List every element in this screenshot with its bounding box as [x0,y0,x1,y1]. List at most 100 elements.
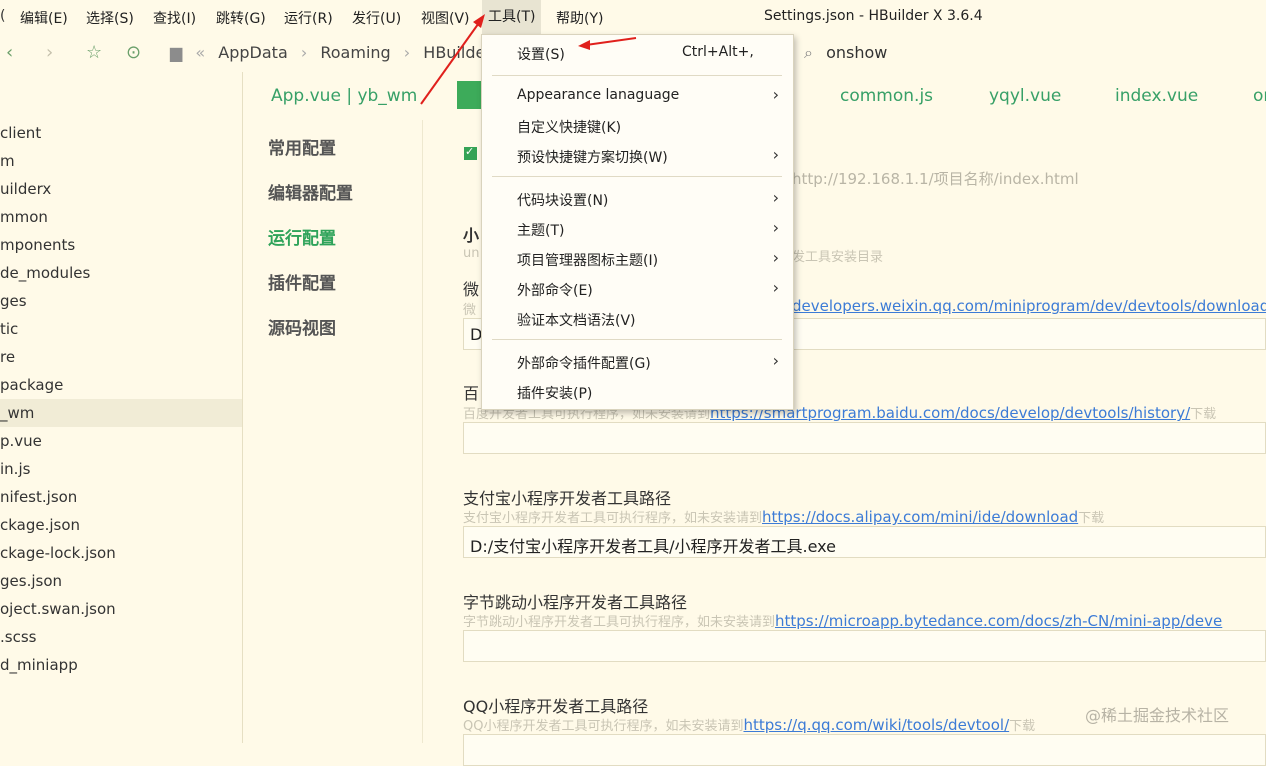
menu-preset-shortcuts[interactable]: 预设快捷键方案切换(W) [517,147,668,167]
tab-yqyl-vue[interactable]: yqyl.vue [989,86,1061,106]
search-icon: ⌕ [804,43,813,62]
star-icon[interactable]: ☆ [86,42,102,63]
menu-settings[interactable]: 设置(S) [517,44,565,64]
menu-find[interactable]: 查找(I) [153,8,196,28]
breadcrumb-appdata[interactable]: AppData [218,43,287,62]
qq-path-input[interactable] [463,734,1266,766]
nav-source-view[interactable]: 源码视图 [268,314,336,339]
menu-separator [492,176,782,177]
alipay-help-suffix: 下载 [1078,511,1105,526]
qq-download-link[interactable]: https://q.qq.com/wiki/tools/devtool/ [743,716,1009,734]
tree-item[interactable]: ckage.json [0,511,242,539]
bytedance-label: 字节跳动小程序开发者工具路径 [463,593,688,612]
tree-item[interactable]: client [0,119,242,147]
alipay-label: 支付宝小程序开发者工具路径 [463,489,672,508]
qq-label: QQ小程序开发者工具路径 [463,697,649,716]
chevron-right-icon: › [772,248,779,267]
menu-separator [492,75,782,76]
annotation-arrow-tools [420,14,485,105]
breadcrumb-sep-icon: › [403,43,411,62]
alipay-help-text: 支付宝小程序开发者工具可执行程序，如未安装请到 [463,511,763,526]
menu-publish[interactable]: 发行(U) [352,8,401,28]
menu-external-commands[interactable]: 外部命令(E) [517,280,593,300]
nav-run-config[interactable]: 运行配置 [268,224,336,249]
chevron-right-icon: › [772,351,779,370]
menu-external-plugin-config[interactable]: 外部命令插件配置(G) [517,353,651,373]
tree-item[interactable]: mmon [0,203,242,231]
tree-item[interactable]: nifest.json [0,483,242,511]
menu-goto[interactable]: 跳转(G) [216,8,266,28]
wechat-download-link[interactable]: developers.weixin.qq.com/miniprogram/dev… [792,297,1266,315]
qq-help-suffix: 下载 [1009,719,1036,734]
breadcrumb-sep-icon: › [300,43,308,62]
menu-edit[interactable]: 编辑(E) [20,8,68,28]
menu-custom-shortcuts[interactable]: 自定义快捷键(K) [517,117,621,137]
chevron-right-icon: › [772,85,779,104]
qq-help-text: QQ小程序开发者工具可执行程序，如未安装请到 [463,719,744,734]
setting-checkbox[interactable] [464,145,477,160]
menu-run[interactable]: 运行(R) [284,8,333,28]
partial-help: un [463,246,480,261]
tab-common-js[interactable]: common.js [840,86,933,106]
folder-icon: ▆ [170,43,183,62]
tree-item[interactable]: oject.swan.json [0,595,242,623]
tree-item[interactable]: re [0,343,242,371]
alipay-path-input[interactable]: D:/支付宝小程序开发者工具/小程序开发者工具.exe [463,526,1266,558]
bytedance-help: 字节跳动小程序开发者工具可执行程序，如未安装请到https://microapp… [463,611,1222,630]
nav-editor-config[interactable]: 编辑器配置 [268,179,353,204]
baidu-label: 百 [463,384,480,403]
wechat-help: developers.weixin.qq.com/miniprogram/dev… [792,297,1266,315]
menu-theme[interactable]: 主题(T) [517,220,564,240]
back-icon[interactable]: ‹ [6,42,13,63]
tools-dropdown-menu: 设置(S) Ctrl+Alt+, Appearance lanaguage › … [481,34,794,410]
tree-item[interactable]: _wm [0,399,242,427]
search-box[interactable]: ⌕ onshow [804,43,887,63]
watermark: @稀土掘金技术社区 [1085,706,1230,725]
menu-validate-syntax[interactable]: 验证本文档语法(V) [517,310,636,330]
menu-select[interactable]: 选择(S) [86,8,134,28]
settings-shortcut: Ctrl+Alt+, [682,44,754,60]
tree-item[interactable]: ckage-lock.json [0,539,242,567]
tree-item[interactable]: ges [0,287,242,315]
baidu-path-input[interactable] [463,422,1266,454]
tree-item[interactable]: uilderx [0,175,242,203]
app-menu-edge[interactable]: ( [0,8,5,24]
bytedance-path-input[interactable] [463,630,1266,662]
tree-item[interactable]: tic [0,315,242,343]
tree-item[interactable]: de_modules [0,259,242,287]
section-title-partial: 小 [463,226,480,245]
chevron-right-icon: › [772,218,779,237]
tree-item[interactable]: d_miniapp [0,651,242,679]
chevron-right-icon: › [772,188,779,207]
tree-item[interactable]: mponents [0,231,242,259]
menu-appearance-language[interactable]: Appearance lanaguage [517,87,679,103]
tab-partial[interactable]: on [1253,86,1266,106]
tab-index-vue[interactable]: index.vue [1115,86,1198,106]
bytedance-download-link[interactable]: https://microapp.bytedance.com/docs/zh-C… [775,612,1222,630]
nav-common-config[interactable]: 常用配置 [268,134,336,159]
url-hint: http://192.168.1.1/项目名称/index.html [792,170,1079,188]
tree-item[interactable]: ges.json [0,567,242,595]
menu-snippet-settings[interactable]: 代码块设置(N) [517,190,608,210]
alipay-help: 支付宝小程序开发者工具可执行程序，如未安装请到https://docs.alip… [463,507,1104,526]
annotation-arrow-settings [578,37,637,50]
run-icon[interactable]: ⊙ [126,42,141,63]
forward-icon[interactable]: › [46,42,53,63]
bytedance-help-text: 字节跳动小程序开发者工具可执行程序，如未安装请到 [463,615,776,630]
tree-item[interactable]: m [0,147,242,175]
search-input[interactable]: onshow [826,43,887,62]
tree-item[interactable]: package [0,371,242,399]
wechat-help-prefix: 微 [463,303,477,318]
nav-plugin-config[interactable]: 插件配置 [268,269,336,294]
menu-help[interactable]: 帮助(Y) [556,8,603,28]
menu-icon-theme[interactable]: 项目管理器图标主题(I) [517,250,658,270]
breadcrumb-roaming[interactable]: Roaming [320,43,390,62]
window-title: Settings.json - HBuilder X 3.6.4 [764,8,983,24]
menu-plugin-install[interactable]: 插件安装(P) [517,383,592,403]
alipay-download-link[interactable]: https://docs.alipay.com/mini/ide/downloa… [762,508,1078,526]
tree-item[interactable]: .scss [0,623,242,651]
tree-item[interactable]: in.js [0,455,242,483]
tab-app-vue[interactable]: App.vue | yb_wm [271,86,417,106]
tree-item[interactable]: p.vue [0,427,242,455]
baidu-help-suffix: 下载 [1190,407,1217,422]
